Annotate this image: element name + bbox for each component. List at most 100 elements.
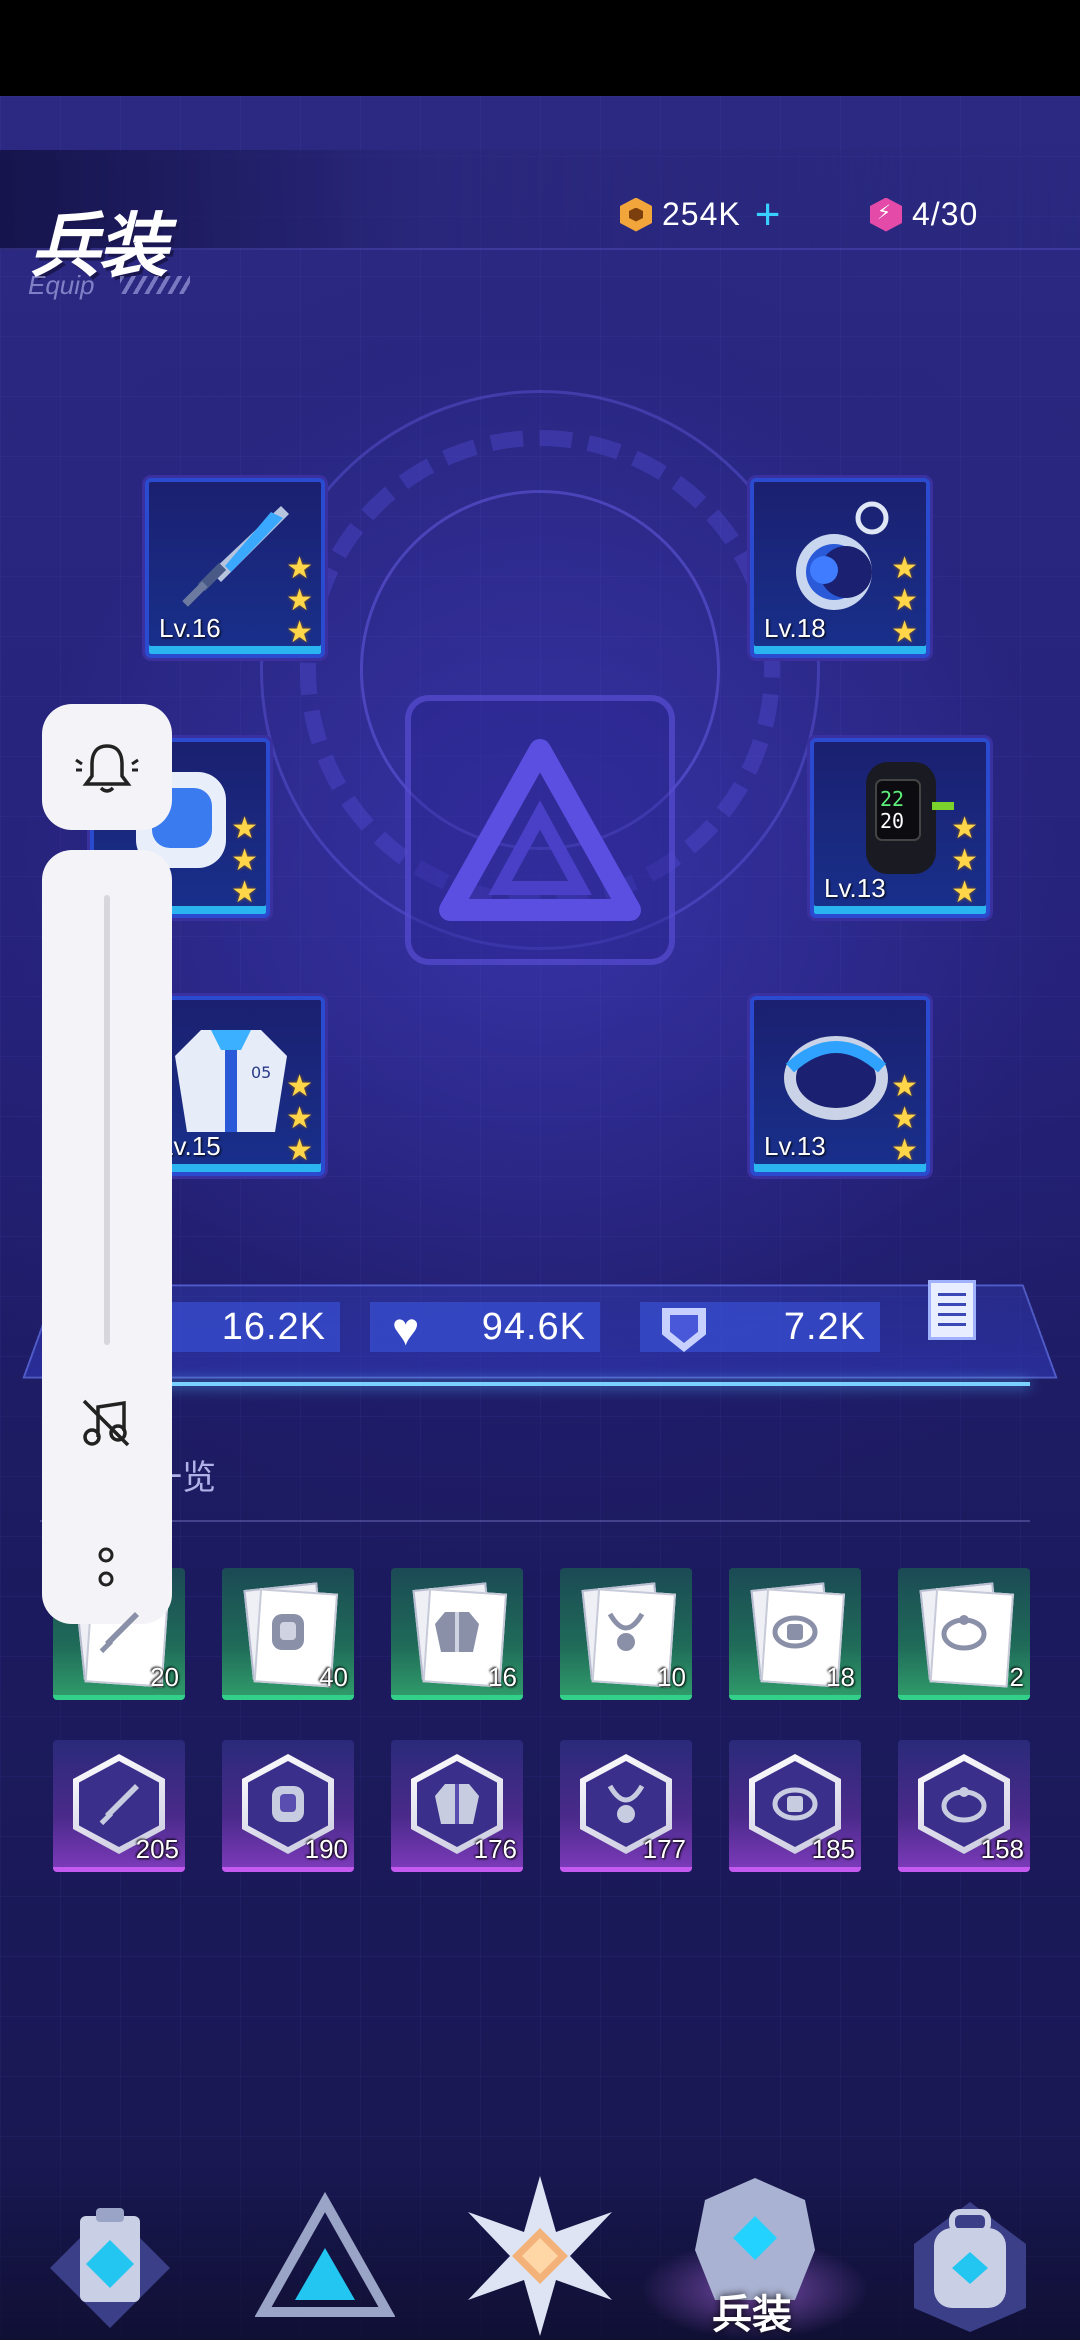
material-core-armor[interactable]: 190 xyxy=(222,1740,354,1872)
svg-text:22: 22 xyxy=(880,787,904,811)
stats-glow-line xyxy=(60,1382,1030,1386)
svg-text:20: 20 xyxy=(880,809,904,833)
star-icon: ★ xyxy=(891,584,918,617)
star-icon: ★ xyxy=(286,1134,313,1167)
star-icon: ★ xyxy=(951,812,978,845)
energy-icon xyxy=(870,197,902,232)
equip-slot-jacket[interactable]: 05 ★ ★ ★ Lv.15 xyxy=(145,996,325,1176)
material-count: 16 xyxy=(488,1662,517,1692)
material-blueprint-watch[interactable]: 18 xyxy=(729,1568,861,1700)
material-core-weapon[interactable]: 205 xyxy=(53,1740,185,1872)
bell-icon xyxy=(75,744,139,793)
material-core-necklace[interactable]: 177 xyxy=(560,1740,692,1872)
equip-level: Lv.16 xyxy=(159,613,221,643)
star-icon: ★ xyxy=(231,812,258,845)
nav-triangle-icon[interactable] xyxy=(255,2188,395,2338)
jacket-icon xyxy=(435,1784,479,1824)
star-icon: ★ xyxy=(891,552,918,585)
watch-icon xyxy=(772,1615,818,1649)
material-count: 176 xyxy=(473,1834,517,1864)
more-options-icon[interactable] xyxy=(96,1545,116,1591)
volume-slider[interactable] xyxy=(104,895,110,1345)
star-rating: ★ ★ ★ xyxy=(286,554,313,648)
star-icon: ★ xyxy=(891,616,918,649)
star-icon: ★ xyxy=(286,616,313,649)
star-icon: ★ xyxy=(891,1134,918,1167)
material-count: 10 xyxy=(657,1662,686,1692)
material-blueprint-armor[interactable]: 40 xyxy=(222,1568,354,1700)
star-rating: ★ ★ ★ xyxy=(891,554,918,648)
svg-text:05: 05 xyxy=(251,1063,271,1082)
equip-level: Lv.18 xyxy=(764,613,826,643)
equip-slot-weapon[interactable]: ★ ★ ★ Lv.16 xyxy=(145,478,325,658)
energy-amount: 4/30 xyxy=(912,196,979,232)
material-count: 2 xyxy=(1009,1662,1024,1692)
material-count: 177 xyxy=(642,1834,686,1864)
star-icon: ★ xyxy=(231,844,258,877)
add-gold-icon[interactable]: + xyxy=(755,192,782,236)
material-count: 190 xyxy=(304,1834,348,1864)
equip-level: Lv.13 xyxy=(824,873,886,903)
armor-icon xyxy=(272,1786,304,1822)
triangle-logo-icon xyxy=(439,739,641,921)
nav-clipboard-icon[interactable] xyxy=(40,2188,180,2338)
dagger-icon xyxy=(182,506,289,607)
star-icon: ★ xyxy=(951,844,978,877)
material-count: 185 xyxy=(811,1834,855,1864)
star-rating: ★ ★ ★ xyxy=(231,814,258,908)
stats-detail-icon[interactable] xyxy=(928,1280,976,1340)
material-blueprint-necklace[interactable]: 10 xyxy=(560,1568,692,1700)
page-subtitle: Equip xyxy=(28,270,95,300)
nav-battle-emblem-icon[interactable] xyxy=(460,2172,620,2340)
material-count: 158 xyxy=(980,1834,1024,1864)
watch-icon xyxy=(772,1787,818,1821)
energy-currency[interactable]: 4/30 xyxy=(870,196,978,233)
material-count: 205 xyxy=(135,1834,179,1864)
material-blueprint-ring[interactable]: 2 xyxy=(898,1568,1030,1700)
heart-icon: ♥ xyxy=(392,1303,420,1355)
equip-level: Lv.13 xyxy=(764,1131,826,1161)
smartwatch-icon: 22 20 xyxy=(866,762,954,874)
star-rating: ★ ★ ★ xyxy=(951,814,978,908)
status-bar xyxy=(0,0,1080,96)
star-icon: ★ xyxy=(231,876,258,909)
gold-coin-icon xyxy=(620,197,652,232)
star-icon: ★ xyxy=(286,1070,313,1103)
star-icon: ★ xyxy=(891,1070,918,1103)
decorative-stripes xyxy=(120,276,190,294)
nav-backpack-icon[interactable] xyxy=(900,2188,1040,2338)
equip-slot-pendant[interactable]: ★ ★ ★ Lv.18 xyxy=(750,478,930,658)
armor-icon xyxy=(272,1614,304,1650)
material-count: 18 xyxy=(826,1662,855,1692)
star-rating: ★ ★ ★ xyxy=(286,1072,313,1166)
section-divider xyxy=(40,1520,1030,1522)
star-icon: ★ xyxy=(286,1102,313,1135)
attack-stat: 16.2K xyxy=(170,1302,340,1352)
material-blueprint-jacket[interactable]: 16 xyxy=(391,1568,523,1700)
star-rating: ★ ★ ★ xyxy=(891,1072,918,1166)
star-icon: ★ xyxy=(951,876,978,909)
necklace-icon xyxy=(607,1612,645,1651)
equip-slot-ring[interactable]: ★ ★ ★ Lv.13 xyxy=(750,996,930,1176)
equip-slot-watch[interactable]: 22 20 ★ ★ ★ Lv.13 xyxy=(810,738,990,918)
star-icon: ★ xyxy=(286,552,313,585)
ring-icon xyxy=(941,1615,987,1651)
star-icon: ★ xyxy=(286,584,313,617)
jacket-icon: 05 xyxy=(175,1030,287,1132)
ring-icon xyxy=(941,1787,987,1823)
necklace-icon xyxy=(607,1784,645,1823)
material-core-ring[interactable]: 158 xyxy=(898,1740,1030,1872)
gold-currency[interactable]: 254K + xyxy=(620,192,782,236)
material-core-jacket[interactable]: 176 xyxy=(391,1740,523,1872)
material-core-watch[interactable]: 185 xyxy=(729,1740,861,1872)
material-count: 20 xyxy=(150,1662,179,1692)
pendant-icon xyxy=(796,501,889,610)
jacket-icon xyxy=(435,1612,479,1652)
nav-active-label: 兵装 xyxy=(712,2293,792,2337)
material-count: 40 xyxy=(319,1662,348,1692)
music-off-icon[interactable] xyxy=(78,1395,134,1451)
sword-icon xyxy=(99,1784,139,1826)
ring-icon xyxy=(784,1036,888,1120)
gold-amount: 254K xyxy=(662,196,741,232)
sword-icon xyxy=(99,1612,139,1654)
